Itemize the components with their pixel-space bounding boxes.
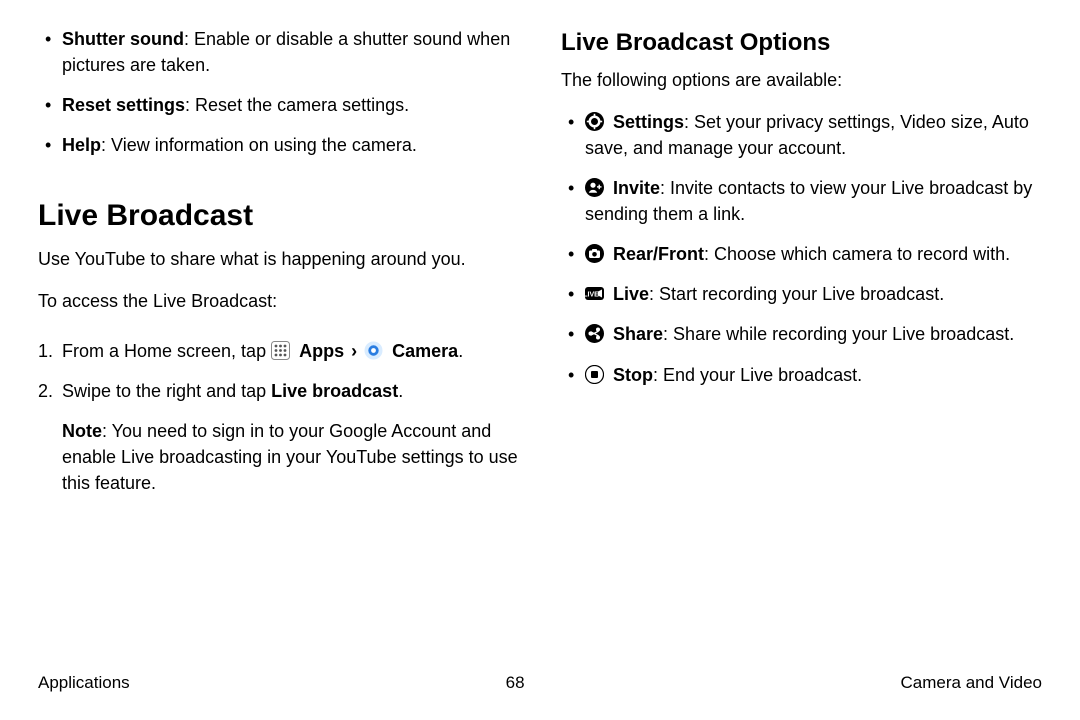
step-number: 2. xyxy=(38,378,53,404)
step-2: 2. Swipe to the right and tap Live broad… xyxy=(62,378,519,404)
live-broadcast-heading: Live Broadcast xyxy=(38,194,519,238)
option-text: : Start recording your Live broadcast. xyxy=(649,284,944,304)
apps-icon xyxy=(271,341,290,360)
step-end: . xyxy=(458,341,463,361)
camera-settings-list: Shutter sound: Enable or disable a shutt… xyxy=(38,26,519,158)
option-label: Stop xyxy=(613,365,653,385)
option-label: Rear/Front xyxy=(613,244,704,264)
access-steps: 1. From a Home screen, tap Apps › xyxy=(38,338,519,404)
footer-right: Camera and Video xyxy=(901,671,1042,696)
share-icon xyxy=(585,324,604,343)
svg-text:LIVE: LIVE xyxy=(585,292,599,299)
list-item: Settings: Set your privacy settings, Vid… xyxy=(585,109,1042,161)
list-item: Share: Share while recording your Live b… xyxy=(585,321,1042,347)
option-text: : Choose which camera to record with. xyxy=(704,244,1010,264)
item-label: Reset settings xyxy=(62,95,185,115)
apps-label: Apps xyxy=(299,341,344,361)
invite-icon xyxy=(585,178,604,197)
step-end: . xyxy=(398,381,403,401)
list-item: Rear/Front: Choose which camera to recor… xyxy=(585,241,1042,267)
options-heading: Live Broadcast Options xyxy=(561,26,1042,61)
right-column: Live Broadcast Options The following opt… xyxy=(561,26,1042,497)
chevron-right-icon: › xyxy=(349,341,359,361)
live-icon: LIVE xyxy=(585,284,604,303)
live-broadcast-bold: Live broadcast xyxy=(271,381,398,401)
footer-page-number: 68 xyxy=(506,671,525,696)
step-1: 1. From a Home screen, tap Apps › xyxy=(62,338,519,364)
item-text: : Reset the camera settings. xyxy=(185,95,409,115)
option-label: Settings xyxy=(613,112,684,132)
list-item: LIVE Live: Start recording your Live bro… xyxy=(585,281,1042,307)
list-item: Help: View information on using the came… xyxy=(62,132,519,158)
option-label: Invite xyxy=(613,178,660,198)
camera-switch-icon xyxy=(585,244,604,263)
item-label: Help xyxy=(62,135,101,155)
option-label: Share xyxy=(613,324,663,344)
step-number: 1. xyxy=(38,338,53,364)
page-footer: Applications 68 Camera and Video xyxy=(38,671,1042,696)
option-text: : End your Live broadcast. xyxy=(653,365,862,385)
step-text-pre: Swipe to the right and tap xyxy=(62,381,271,401)
settings-icon xyxy=(585,112,604,131)
options-intro: The following options are available: xyxy=(561,67,1042,93)
note-block: Note: You need to sign in to your Google… xyxy=(38,418,519,496)
step-text-pre: From a Home screen, tap xyxy=(62,341,271,361)
camera-label: Camera xyxy=(392,341,458,361)
left-column: Shutter sound: Enable or disable a shutt… xyxy=(38,26,519,497)
list-item: Invite: Invite contacts to view your Liv… xyxy=(585,175,1042,227)
stop-icon xyxy=(585,365,604,384)
list-item: Shutter sound: Enable or disable a shutt… xyxy=(62,26,519,78)
options-list: Settings: Set your privacy settings, Vid… xyxy=(561,109,1042,388)
option-label: Live xyxy=(613,284,649,304)
note-text: : You need to sign in to your Google Acc… xyxy=(62,421,518,493)
live-broadcast-intro: Use YouTube to share what is happening a… xyxy=(38,246,519,272)
camera-icon xyxy=(364,341,383,360)
list-item: Stop: End your Live broadcast. xyxy=(585,362,1042,388)
list-item: Reset settings: Reset the camera setting… xyxy=(62,92,519,118)
access-lead: To access the Live Broadcast: xyxy=(38,288,519,314)
footer-left: Applications xyxy=(38,671,130,696)
item-label: Shutter sound xyxy=(62,29,184,49)
option-text: : Share while recording your Live broadc… xyxy=(663,324,1014,344)
note-label: Note xyxy=(62,421,102,441)
item-text: : View information on using the camera. xyxy=(101,135,417,155)
